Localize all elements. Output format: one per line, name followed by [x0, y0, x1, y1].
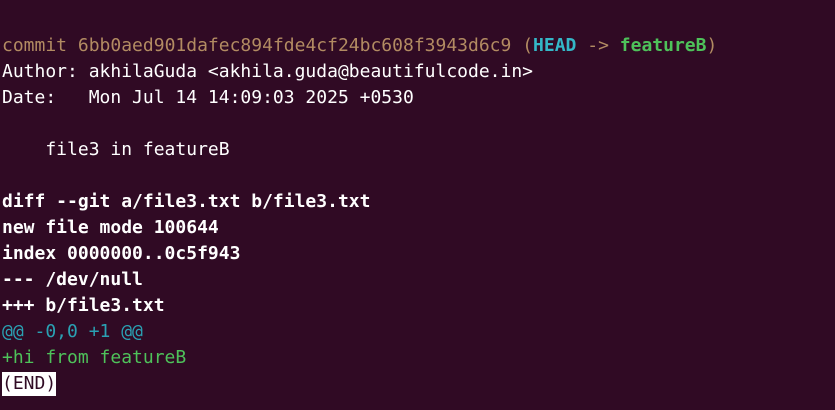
diff-added-line: +hi from featureB	[2, 347, 187, 368]
branch-ref: featureB	[619, 35, 707, 56]
diff-file-mode: new file mode 100644	[2, 217, 219, 238]
pager-end-line[interactable]: (END)	[2, 371, 835, 397]
terminal-window: { "commit": { "label": "commit", "hash":…	[0, 0, 835, 410]
author-line: Author: akhilaGuda <akhila.guda@beautifu…	[2, 61, 534, 82]
pager-end-marker[interactable]: (END)	[2, 372, 57, 396]
ref-open-paren: (	[522, 35, 534, 56]
diff-index: index 0000000..0c5f943	[2, 243, 241, 264]
date-line: Date: Mon Jul 14 14:09:03 2025 +0530	[2, 87, 414, 108]
diff-minus-file: --- /dev/null	[2, 269, 143, 290]
commit-line: commit 6bb0aed901dafec894fde4cf24bc608f3…	[2, 33, 835, 59]
diff-hunk-header: @@ -0,0 +1 @@	[2, 321, 143, 342]
commit-label: commit	[2, 35, 68, 56]
diff-plus-file: +++ b/file3.txt	[2, 295, 165, 316]
ref-close-paren: )	[706, 35, 718, 56]
ref-arrow: ->	[576, 35, 620, 56]
commit-hash: 6bb0aed901dafec894fde4cf24bc608f3943d6c9	[77, 35, 512, 56]
head-ref: HEAD	[533, 35, 577, 56]
diff-header: diff --git a/file3.txt b/file3.txt	[2, 191, 371, 212]
terminal-output: commit 6bb0aed901dafec894fde4cf24bc608f3…	[2, 33, 835, 397]
commit-message: file3 in featureB	[2, 139, 230, 160]
